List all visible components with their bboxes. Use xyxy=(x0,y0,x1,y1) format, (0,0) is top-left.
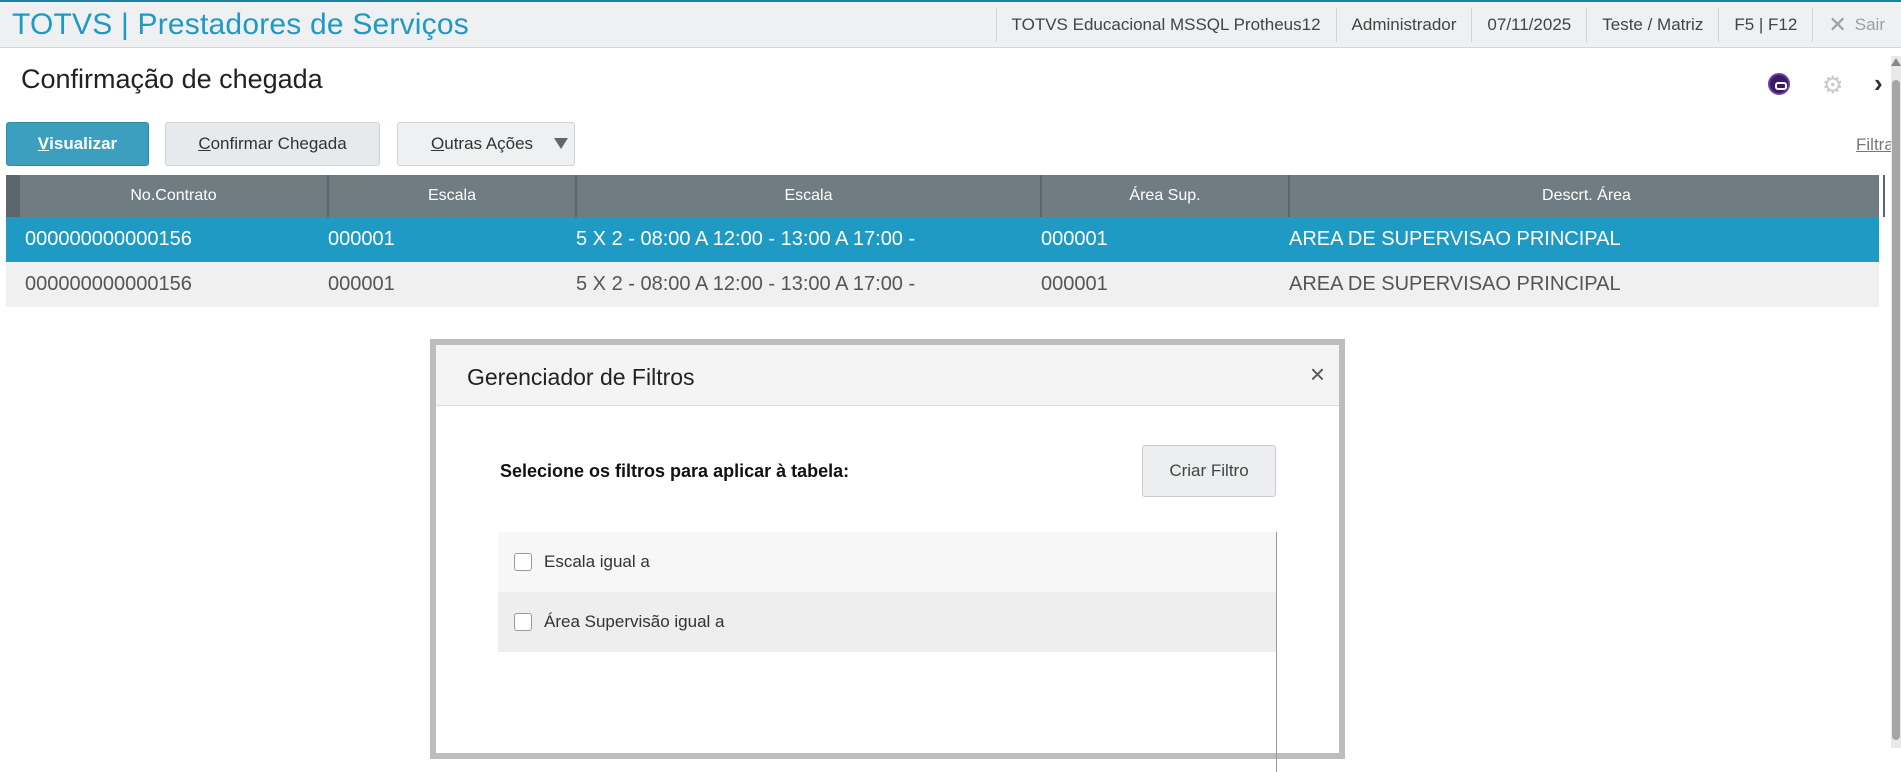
outras-acoes-dropdown[interactable]: Outras Ações xyxy=(397,122,575,166)
column-header-escala-descricao[interactable]: Escala xyxy=(577,175,1042,217)
filter-label: Área Supervisão igual a xyxy=(544,612,725,631)
top-info: TOTVS Educacional MSSQL Protheus12 Admin… xyxy=(995,2,1901,48)
exit-label: Sair xyxy=(1854,15,1885,34)
user-label[interactable]: Administrador xyxy=(1335,8,1472,42)
filter-list: Escala igual a Área Supervisão igual a xyxy=(498,532,1277,772)
outras-label: utras Ações xyxy=(444,134,534,153)
environment-label: TOTVS Educacional MSSQL Protheus12 xyxy=(995,8,1336,42)
close-icon[interactable]: × xyxy=(1310,359,1325,390)
filter-instruction: Selecione os filtros para aplicar à tabe… xyxy=(500,461,850,481)
dialog-title: Gerenciador de Filtros xyxy=(467,364,695,390)
page-title: Confirmação de chegada xyxy=(21,64,323,94)
cell-escala: 000001 xyxy=(328,228,395,250)
top-bar: TOTVS | Prestadores de Serviços TOTVS Ed… xyxy=(0,0,1901,48)
filter-checkbox[interactable] xyxy=(514,553,532,571)
confirmar-label: onfirmar Chegada xyxy=(210,134,347,153)
column-header-escala[interactable]: Escala xyxy=(329,175,577,217)
cell-descrt-area: AREA DE SUPERVISAO PRINCIPAL xyxy=(1289,273,1621,295)
scroll-up-icon[interactable] xyxy=(1891,58,1901,66)
user-badge-icon[interactable] xyxy=(1768,73,1790,95)
app-title: TOTVS | Prestadores de Serviços xyxy=(12,8,469,41)
grid-header: No.Contrato Escala Escala Área Sup. Desc… xyxy=(6,175,1885,217)
data-grid: No.Contrato Escala Escala Área Sup. Desc… xyxy=(6,175,1885,307)
column-header-descrt-area[interactable]: Descrt. Área xyxy=(1290,175,1885,217)
cell-escala: 000001 xyxy=(328,273,395,295)
caret-down-icon xyxy=(554,138,568,149)
filter-checkbox[interactable] xyxy=(514,613,532,631)
cell-area-sup: 000001 xyxy=(1041,273,1108,295)
cell-escala-descricao: 5 X 2 - 08:00 A 12:00 - 13:00 A 17:00 - xyxy=(576,228,916,250)
criar-filtro-button[interactable]: Criar Filtro xyxy=(1142,445,1276,497)
grid-header-gutter xyxy=(6,175,20,217)
outras-hotkey: O xyxy=(431,134,445,153)
exit-button[interactable]: ✕ Sair xyxy=(1812,8,1901,42)
column-header-no-contrato[interactable]: No.Contrato xyxy=(20,175,329,217)
confirmar-chegada-button[interactable]: Confirmar Chegada xyxy=(165,122,380,166)
filter-label: Escala igual a xyxy=(544,552,650,571)
cell-area-sup: 000001 xyxy=(1041,228,1108,250)
branch-label[interactable]: Teste / Matriz xyxy=(1586,8,1718,42)
cell-no-contrato: 000000000000156 xyxy=(25,273,192,295)
dialog-header: Gerenciador de Filtros × xyxy=(436,345,1339,406)
filter-manager-dialog: Gerenciador de Filtros × Selecione os fi… xyxy=(436,345,1339,772)
filter-manager-dialog-frame: Gerenciador de Filtros × Selecione os fi… xyxy=(430,339,1345,772)
cell-no-contrato: 000000000000156 xyxy=(25,228,192,250)
table-row[interactable]: 000000000000156 000001 5 X 2 - 08:00 A 1… xyxy=(6,262,1879,307)
visualizar-label: isualizar xyxy=(49,134,118,153)
filter-item-area-supervisao[interactable]: Área Supervisão igual a xyxy=(498,592,1276,652)
chevron-right-icon[interactable]: › xyxy=(1874,68,1883,99)
shortcuts-label: F5 | F12 xyxy=(1718,8,1812,42)
gear-icon[interactable]: ⚙ xyxy=(1822,71,1844,100)
date-label[interactable]: 07/11/2025 xyxy=(1471,8,1586,42)
visualizar-button[interactable]: Visualizar xyxy=(6,122,149,166)
cell-descrt-area: AREA DE SUPERVISAO PRINCIPAL xyxy=(1289,228,1621,250)
column-header-area-sup[interactable]: Área Sup. xyxy=(1042,175,1290,217)
filter-item-escala[interactable]: Escala igual a xyxy=(498,532,1276,592)
visualizar-hotkey: V xyxy=(37,134,50,153)
table-row[interactable]: 000000000000156 000001 5 X 2 - 08:00 A 1… xyxy=(6,217,1879,262)
confirmar-hotkey: C xyxy=(198,134,211,153)
scrollbar-thumb[interactable] xyxy=(1892,80,1900,740)
vertical-scrollbar[interactable] xyxy=(1891,56,1901,748)
cell-escala-descricao: 5 X 2 - 08:00 A 12:00 - 13:00 A 17:00 - xyxy=(576,273,916,295)
close-icon: ✕ xyxy=(1828,12,1847,37)
